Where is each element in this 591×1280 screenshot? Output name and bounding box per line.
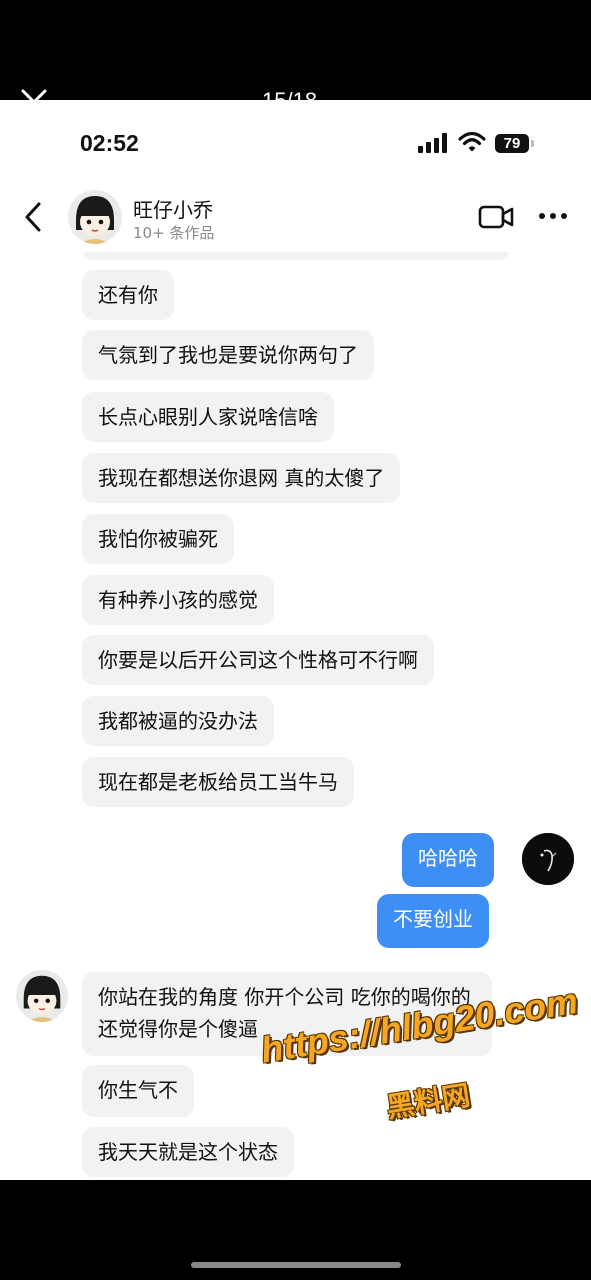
- avatar-cartoon-girl-icon: [68, 190, 122, 244]
- more-icon[interactable]: [538, 212, 568, 220]
- message-bubble-incoming[interactable]: 现在都是老板给员工当牛马: [82, 757, 354, 807]
- watermark-label: 黑料网: [384, 1078, 473, 1125]
- contact-message-avatar[interactable]: [16, 970, 68, 1022]
- message-bubble-incoming[interactable]: 有种养小孩的感觉: [82, 575, 274, 625]
- my-avatar[interactable]: [522, 833, 574, 885]
- message-bubble-incoming[interactable]: 你生气不: [82, 1065, 194, 1117]
- image-counter: 15/18: [262, 88, 317, 100]
- message-bubble-incoming[interactable]: 我怕你被骗死: [82, 514, 234, 564]
- signal-icon: [418, 133, 447, 153]
- avatar-cartoon-girl-icon: [16, 970, 68, 1022]
- battery-icon: 79: [495, 134, 529, 153]
- status-bar: 02:52 79: [0, 100, 591, 190]
- message-bubble-incoming[interactable]: 还有你: [82, 270, 174, 320]
- message-bubble-incoming[interactable]: 你要是以后开公司这个性格可不行啊: [82, 635, 434, 685]
- close-icon[interactable]: [18, 86, 50, 100]
- message-bubble-outgoing[interactable]: 哈哈哈: [402, 833, 494, 887]
- watermark: https://hlbg20.com 黑料网: [258, 980, 580, 1140]
- contact-name[interactable]: 旺仔小乔: [133, 194, 213, 223]
- message-bubble-incoming[interactable]: 我现在都想送你退网 真的太傻了: [82, 453, 401, 503]
- contact-avatar[interactable]: [68, 190, 122, 244]
- battery-tip: [531, 140, 534, 147]
- image-viewer: 15/18 02:52 79: [0, 0, 591, 1280]
- avatar-dark-figure-icon: [522, 833, 574, 885]
- viewer-top-bar: 15/18: [0, 0, 591, 100]
- message-bubble-incoming[interactable]: 我都被逼的没办法: [82, 696, 274, 746]
- video-call-icon[interactable]: [478, 204, 514, 230]
- status-time: 02:52: [80, 130, 139, 156]
- wifi-icon: [458, 131, 486, 152]
- home-indicator[interactable]: [191, 1262, 401, 1268]
- message-bubble-incoming[interactable]: 气氛到了我也是要说你两句了: [82, 330, 374, 380]
- contact-works-count[interactable]: 10+ 条作品: [133, 222, 214, 243]
- message-bubble-incoming[interactable]: 长点心眼别人家说啥信啥: [82, 392, 334, 442]
- chat-header: 旺仔小乔 10+ 条作品: [0, 182, 591, 252]
- message-bubble-outgoing[interactable]: 不要创业: [377, 894, 489, 948]
- viewer-bottom-bar: [0, 1180, 591, 1280]
- back-icon[interactable]: [22, 202, 44, 232]
